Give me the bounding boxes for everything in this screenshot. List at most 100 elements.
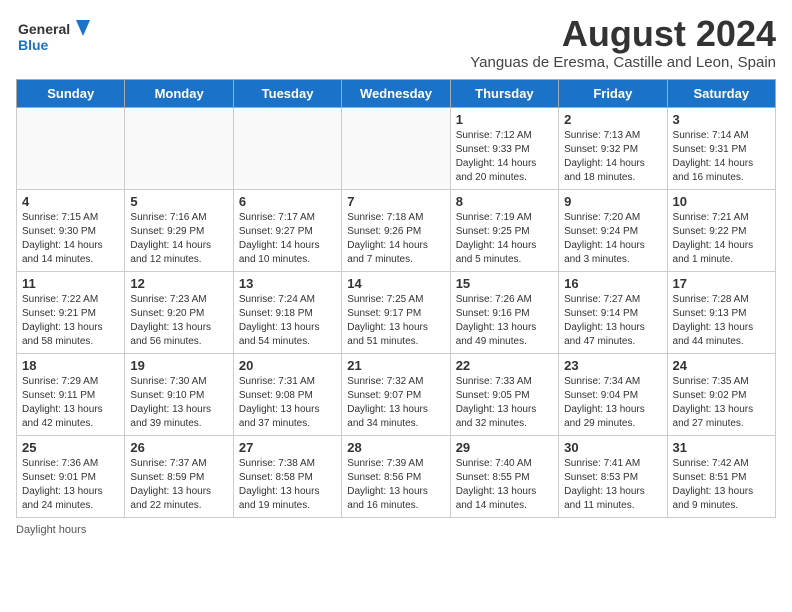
day-info: Sunrise: 7:28 AM Sunset: 9:13 PM Dayligh… bbox=[673, 293, 770, 349]
day-info: Sunrise: 7:42 AM Sunset: 8:51 PM Dayligh… bbox=[673, 457, 770, 513]
calendar-cell: 28 Sunrise: 7:39 AM Sunset: 8:56 PM Dayli… bbox=[342, 436, 450, 518]
footer-note: Daylight hours bbox=[16, 524, 776, 536]
day-info: Sunrise: 7:25 AM Sunset: 9:17 PM Dayligh… bbox=[347, 293, 444, 349]
day-info: Sunrise: 7:15 AM Sunset: 9:30 PM Dayligh… bbox=[22, 211, 119, 267]
day-info: Sunrise: 7:27 AM Sunset: 9:14 PM Dayligh… bbox=[564, 293, 661, 349]
calendar-header-tuesday: Tuesday bbox=[233, 80, 341, 108]
day-number: 15 bbox=[456, 276, 553, 291]
calendar-cell: 2 Sunrise: 7:13 AM Sunset: 9:32 PM Daylig… bbox=[559, 108, 667, 190]
day-info: Sunrise: 7:22 AM Sunset: 9:21 PM Dayligh… bbox=[22, 293, 119, 349]
day-number: 4 bbox=[22, 194, 119, 209]
calendar-cell: 13 Sunrise: 7:24 AM Sunset: 9:18 PM Dayli… bbox=[233, 272, 341, 354]
day-number: 1 bbox=[456, 112, 553, 127]
day-number: 31 bbox=[673, 440, 770, 455]
calendar-week-row: 25 Sunrise: 7:36 AM Sunset: 9:01 PM Dayli… bbox=[17, 436, 776, 518]
day-info: Sunrise: 7:14 AM Sunset: 9:31 PM Dayligh… bbox=[673, 129, 770, 185]
day-info: Sunrise: 7:39 AM Sunset: 8:56 PM Dayligh… bbox=[347, 457, 444, 513]
calendar-cell: 12Sunrise: 7:23 AM Sunset: 9:20 PM Dayli… bbox=[125, 272, 233, 354]
calendar-cell: 18 Sunrise: 7:29 AM Sunset: 9:11 PM Dayli… bbox=[17, 354, 125, 436]
logo: GeneralBlue bbox=[16, 16, 96, 56]
calendar-header-thursday: Thursday bbox=[450, 80, 558, 108]
day-number: 25 bbox=[22, 440, 119, 455]
title-block: August 2024 Yanguas de Eresma, Castille … bbox=[470, 16, 776, 71]
calendar-header-monday: Monday bbox=[125, 80, 233, 108]
calendar-cell: 29 Sunrise: 7:40 AM Sunset: 8:55 PM Dayli… bbox=[450, 436, 558, 518]
calendar-cell: 24 Sunrise: 7:35 AM Sunset: 9:02 PM Dayli… bbox=[667, 354, 775, 436]
calendar-cell: 1 Sunrise: 7:12 AM Sunset: 9:33 PM Daylig… bbox=[450, 108, 558, 190]
month-year-title: August 2024 bbox=[470, 16, 776, 52]
calendar-cell: 11 Sunrise: 7:22 AM Sunset: 9:21 PM Dayli… bbox=[17, 272, 125, 354]
calendar-week-row: 11 Sunrise: 7:22 AM Sunset: 9:21 PM Dayli… bbox=[17, 272, 776, 354]
day-info: Sunrise: 7:12 AM Sunset: 9:33 PM Dayligh… bbox=[456, 129, 553, 185]
calendar-cell: 3 Sunrise: 7:14 AM Sunset: 9:31 PM Daylig… bbox=[667, 108, 775, 190]
day-info: Sunrise: 7:40 AM Sunset: 8:55 PM Dayligh… bbox=[456, 457, 553, 513]
day-number: 30 bbox=[564, 440, 661, 455]
day-number: 18 bbox=[22, 358, 119, 373]
day-number: 29 bbox=[456, 440, 553, 455]
day-info: Sunrise: 7:36 AM Sunset: 9:01 PM Dayligh… bbox=[22, 457, 119, 513]
calendar-cell: 26 Sunrise: 7:37 AM Sunset: 8:59 PM Dayli… bbox=[125, 436, 233, 518]
day-info: Sunrise: 7:37 AM Sunset: 8:59 PM Dayligh… bbox=[130, 457, 227, 513]
day-info: Sunrise: 7:19 AM Sunset: 9:25 PM Dayligh… bbox=[456, 211, 553, 267]
day-number: 16 bbox=[564, 276, 661, 291]
day-number: 5 bbox=[130, 194, 227, 209]
calendar-cell: 17 Sunrise: 7:28 AM Sunset: 9:13 PM Dayli… bbox=[667, 272, 775, 354]
calendar-header-row: SundayMondayTuesdayWednesdayThursdayFrid… bbox=[17, 80, 776, 108]
day-info: Sunrise: 7:13 AM Sunset: 9:32 PM Dayligh… bbox=[564, 129, 661, 185]
calendar-cell: 8 Sunrise: 7:19 AM Sunset: 9:25 PM Daylig… bbox=[450, 190, 558, 272]
day-number: 11 bbox=[22, 276, 119, 291]
calendar-cell: 6 Sunrise: 7:17 AM Sunset: 9:27 PM Daylig… bbox=[233, 190, 341, 272]
day-info: Sunrise: 7:23 AM Sunset: 9:20 PM Dayligh… bbox=[130, 293, 227, 349]
day-info: Sunrise: 7:24 AM Sunset: 9:18 PM Dayligh… bbox=[239, 293, 336, 349]
day-number: 13 bbox=[239, 276, 336, 291]
calendar-cell: 21 Sunrise: 7:32 AM Sunset: 9:07 PM Dayli… bbox=[342, 354, 450, 436]
day-info: Sunrise: 7:34 AM Sunset: 9:04 PM Dayligh… bbox=[564, 375, 661, 431]
location-subtitle: Yanguas de Eresma, Castille and Leon, Sp… bbox=[470, 54, 776, 71]
day-info: Sunrise: 7:41 AM Sunset: 8:53 PM Dayligh… bbox=[564, 457, 661, 513]
calendar-header-wednesday: Wednesday bbox=[342, 80, 450, 108]
day-number: 9 bbox=[564, 194, 661, 209]
day-info: Sunrise: 7:17 AM Sunset: 9:27 PM Dayligh… bbox=[239, 211, 336, 267]
day-number: 14 bbox=[347, 276, 444, 291]
calendar-cell: 22 Sunrise: 7:33 AM Sunset: 9:05 PM Dayli… bbox=[450, 354, 558, 436]
calendar-cell: 19Sunrise: 7:30 AM Sunset: 9:10 PM Dayli… bbox=[125, 354, 233, 436]
day-number: 3 bbox=[673, 112, 770, 127]
day-number: 7 bbox=[347, 194, 444, 209]
calendar-cell: 16 Sunrise: 7:27 AM Sunset: 9:14 PM Dayli… bbox=[559, 272, 667, 354]
day-info: Sunrise: 7:35 AM Sunset: 9:02 PM Dayligh… bbox=[673, 375, 770, 431]
day-info: Sunrise: 7:20 AM Sunset: 9:24 PM Dayligh… bbox=[564, 211, 661, 267]
day-number: 8 bbox=[456, 194, 553, 209]
calendar-week-row: 1 Sunrise: 7:12 AM Sunset: 9:33 PM Daylig… bbox=[17, 108, 776, 190]
day-number: 26 bbox=[130, 440, 227, 455]
day-info: Sunrise: 7:32 AM Sunset: 9:07 PM Dayligh… bbox=[347, 375, 444, 431]
calendar-cell: 10Sunrise: 7:21 AM Sunset: 9:22 PM Dayli… bbox=[667, 190, 775, 272]
calendar-header-sunday: Sunday bbox=[17, 80, 125, 108]
day-number: 24 bbox=[673, 358, 770, 373]
calendar-cell: 9 Sunrise: 7:20 AM Sunset: 9:24 PM Daylig… bbox=[559, 190, 667, 272]
day-number: 21 bbox=[347, 358, 444, 373]
calendar-cell: 15Sunrise: 7:26 AM Sunset: 9:16 PM Dayli… bbox=[450, 272, 558, 354]
calendar-cell bbox=[233, 108, 341, 190]
day-number: 20 bbox=[239, 358, 336, 373]
day-number: 28 bbox=[347, 440, 444, 455]
calendar-cell: 14 Sunrise: 7:25 AM Sunset: 9:17 PM Dayli… bbox=[342, 272, 450, 354]
day-number: 19 bbox=[130, 358, 227, 373]
day-info: Sunrise: 7:29 AM Sunset: 9:11 PM Dayligh… bbox=[22, 375, 119, 431]
day-number: 22 bbox=[456, 358, 553, 373]
calendar-cell: 4 Sunrise: 7:15 AM Sunset: 9:30 PM Daylig… bbox=[17, 190, 125, 272]
day-info: Sunrise: 7:33 AM Sunset: 9:05 PM Dayligh… bbox=[456, 375, 553, 431]
calendar-cell: 23Sunrise: 7:34 AM Sunset: 9:04 PM Dayli… bbox=[559, 354, 667, 436]
calendar-cell: 30 Sunrise: 7:41 AM Sunset: 8:53 PM Dayli… bbox=[559, 436, 667, 518]
calendar-cell: 27Sunrise: 7:38 AM Sunset: 8:58 PM Dayli… bbox=[233, 436, 341, 518]
calendar-header-saturday: Saturday bbox=[667, 80, 775, 108]
calendar-cell: 7Sunrise: 7:18 AM Sunset: 9:26 PM Daylig… bbox=[342, 190, 450, 272]
day-info: Sunrise: 7:16 AM Sunset: 9:29 PM Dayligh… bbox=[130, 211, 227, 267]
day-number: 6 bbox=[239, 194, 336, 209]
calendar-cell bbox=[125, 108, 233, 190]
calendar-header-friday: Friday bbox=[559, 80, 667, 108]
svg-text:General: General bbox=[18, 21, 70, 37]
calendar-week-row: 4 Sunrise: 7:15 AM Sunset: 9:30 PM Daylig… bbox=[17, 190, 776, 272]
svg-text:Blue: Blue bbox=[18, 37, 49, 53]
day-number: 17 bbox=[673, 276, 770, 291]
day-number: 2 bbox=[564, 112, 661, 127]
